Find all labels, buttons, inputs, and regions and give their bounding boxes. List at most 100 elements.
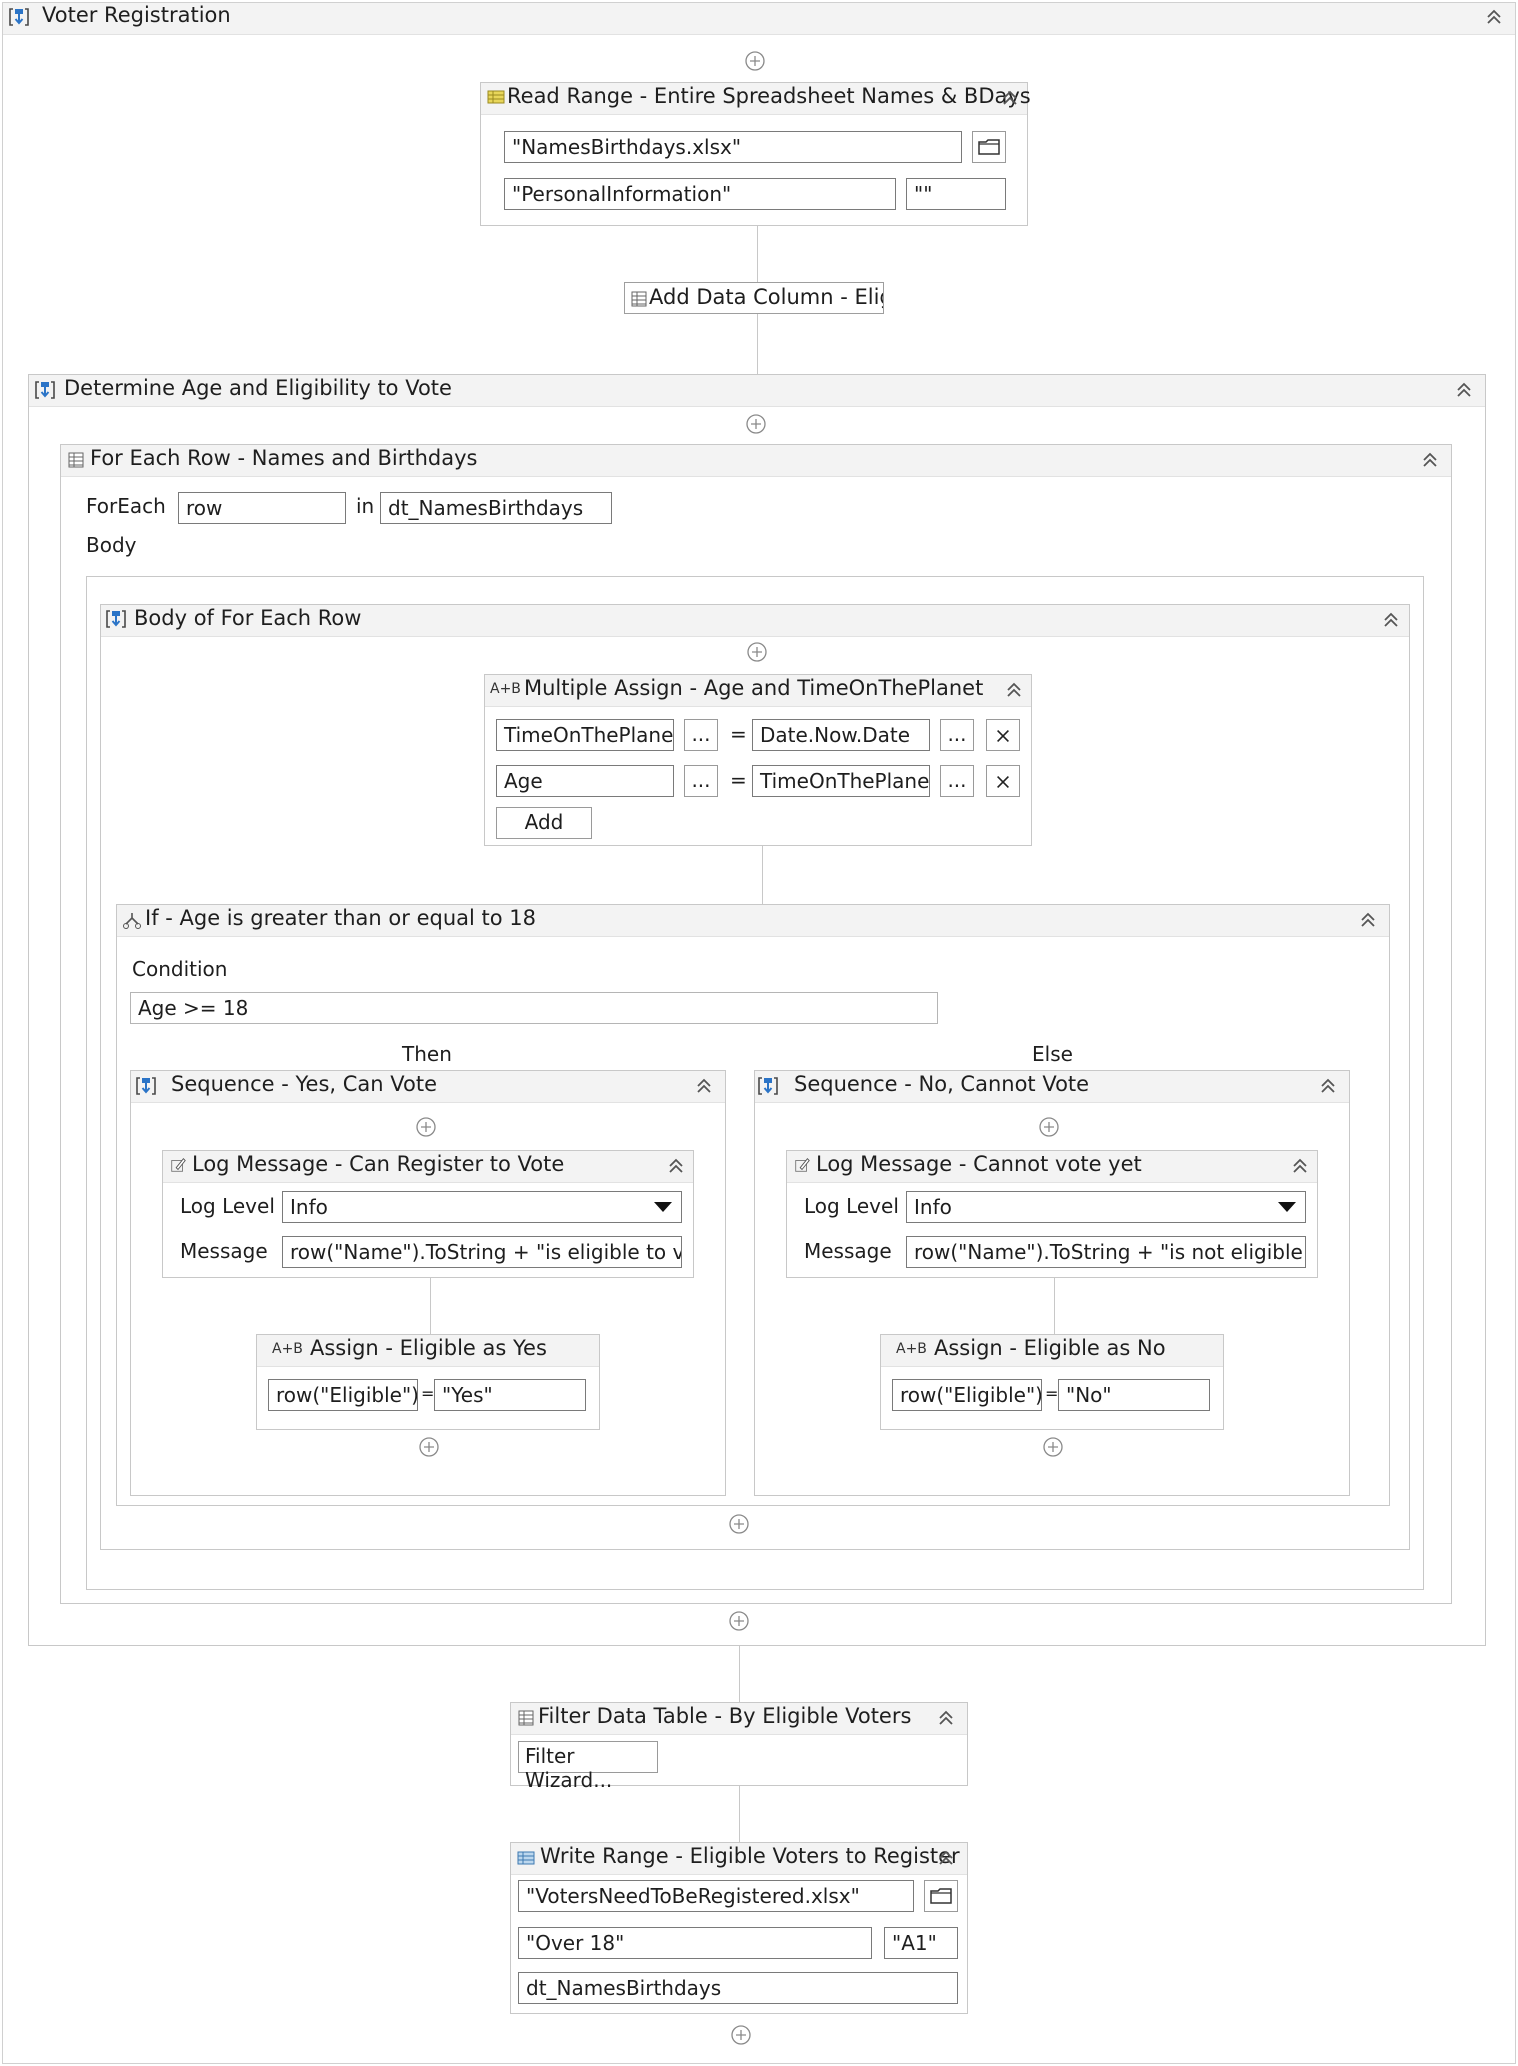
log-message-icon — [169, 1156, 187, 1174]
chevron-down-icon[interactable] — [1278, 1202, 1296, 1212]
else-sequence-title: Sequence - No, Cannot Vote — [794, 1072, 1090, 1096]
assign-to-input[interactable]: Age — [496, 765, 674, 797]
foreach-collection-input[interactable]: dt_NamesBirthdays — [380, 492, 612, 524]
assign-to-input[interactable]: row("Eligible") — [892, 1379, 1042, 1411]
assign-value-input[interactable]: "No" — [1058, 1379, 1210, 1411]
add-activity-icon[interactable] — [728, 1513, 750, 1535]
collapse-icon[interactable] — [1420, 450, 1440, 470]
log-level-value: Info — [914, 1195, 952, 1219]
browse-file-button[interactable] — [972, 131, 1006, 163]
collapse-icon[interactable] — [694, 1076, 714, 1096]
if-icon — [122, 910, 142, 930]
collapse-icon[interactable] — [1004, 680, 1024, 700]
equals-label: = — [730, 768, 747, 792]
connector-line — [430, 1278, 431, 1334]
close-icon — [994, 773, 1012, 791]
add-activity-icon[interactable] — [745, 413, 767, 435]
collapse-icon[interactable] — [666, 1156, 686, 1176]
condition-label: Condition — [132, 957, 228, 981]
assign-value-input[interactable]: TimeOnThePlanet — [752, 765, 930, 797]
data-table-input[interactable]: dt_NamesBirthdays — [518, 1972, 958, 2004]
collapse-icon[interactable] — [936, 1708, 956, 1728]
add-activity-icon[interactable] — [744, 50, 766, 72]
message-input[interactable]: row("Name").ToString + "is not eligible … — [906, 1236, 1306, 1268]
equals-label: = — [421, 1384, 435, 1403]
add-activity-icon[interactable] — [728, 1610, 750, 1632]
add-assignment-button[interactable]: Add — [496, 807, 592, 839]
collapse-icon[interactable] — [1000, 88, 1020, 108]
browse-file-button[interactable] — [924, 1880, 958, 1912]
root-title: Voter Registration — [42, 3, 231, 27]
connector-line — [1054, 1278, 1055, 1334]
if-title: If - Age is greater than or equal to 18 — [145, 906, 536, 930]
assign-icon: A+B — [896, 1341, 927, 1357]
for-each-title: For Each Row - Names and Birthdays — [90, 446, 478, 470]
collapse-icon[interactable] — [1381, 610, 1401, 630]
assign-value-input[interactable]: Date.Now.Date — [752, 719, 930, 751]
collapse-icon[interactable] — [1290, 1156, 1310, 1176]
assign-icon: A+B — [490, 681, 521, 697]
message-input[interactable]: row("Name").ToString + "is eligible to v… — [282, 1236, 682, 1268]
log-level-select[interactable]: Info — [282, 1191, 682, 1223]
sequence-icon — [105, 608, 127, 630]
connector-line — [757, 314, 758, 374]
connector-line — [739, 1786, 740, 1842]
to-ellipsis-button[interactable]: ... — [684, 765, 718, 797]
connector-line — [762, 846, 763, 904]
foreach-item-input[interactable]: row — [178, 492, 346, 524]
collapse-icon[interactable] — [936, 1848, 956, 1868]
workbook-path-input[interactable]: "NamesBirthdays.xlsx" — [504, 131, 962, 163]
log-level-label: Log Level — [804, 1194, 899, 1218]
range-input[interactable]: "" — [906, 178, 1006, 210]
remove-assignment-button[interactable] — [986, 719, 1020, 751]
chevron-down-icon[interactable] — [654, 1202, 672, 1212]
connector-line — [757, 226, 758, 282]
collapse-icon[interactable] — [1484, 7, 1504, 27]
add-activity-icon[interactable] — [1042, 1436, 1064, 1458]
filter-wizard-button[interactable]: Filter Wizard... — [518, 1741, 658, 1792]
equals-label: = — [1045, 1384, 1059, 1403]
write-range-title: Write Range - Eligible Voters to Registe… — [540, 1844, 960, 1868]
starting-cell-input[interactable]: "A1" — [884, 1927, 958, 1959]
add-data-column-activity[interactable]: Add Data Column - Eligib — [624, 282, 884, 314]
add-activity-icon[interactable] — [730, 2024, 752, 2046]
foreach-label: ForEach — [86, 494, 166, 518]
close-icon — [994, 727, 1012, 745]
assign-to-input[interactable]: TimeOnThePlanet — [496, 719, 674, 751]
assign-to-input[interactable]: row("Eligible") — [268, 1379, 418, 1411]
body-sequence-title: Body of For Each Row — [134, 606, 362, 630]
add-activity-icon[interactable] — [418, 1436, 440, 1458]
log-message-title: Log Message - Cannot vote yet — [816, 1152, 1142, 1176]
workbook-path-input[interactable]: "VotersNeedToBeRegistered.xlsx" — [518, 1880, 914, 1912]
add-activity-icon[interactable] — [746, 641, 768, 663]
sequence-icon — [8, 6, 30, 28]
sequence-icon — [135, 1075, 157, 1097]
assign-value-input[interactable]: "Yes" — [434, 1379, 586, 1411]
log-level-select[interactable]: Info — [906, 1191, 1306, 1223]
add-data-column-title: Add Data Column - Eligib — [649, 285, 883, 309]
add-activity-icon[interactable] — [1038, 1116, 1060, 1138]
log-message-title: Log Message - Can Register to Vote — [192, 1152, 565, 1176]
remove-assignment-button[interactable] — [986, 765, 1020, 797]
equals-label: = — [730, 722, 747, 746]
collapse-icon[interactable] — [1318, 1076, 1338, 1096]
filter-title: Filter Data Table - By Eligible Voters — [538, 1704, 912, 1728]
collapse-icon[interactable] — [1358, 910, 1378, 930]
determine-title: Determine Age and Eligibility to Vote — [64, 376, 452, 400]
condition-input[interactable]: Age >= 18 — [130, 992, 938, 1024]
sheet-name-input[interactable]: "PersonalInformation" — [504, 178, 896, 210]
data-table-icon — [66, 450, 86, 470]
in-label: in — [356, 494, 375, 518]
log-level-value: Info — [290, 1195, 328, 1219]
body-label: Body — [86, 533, 137, 557]
data-table-icon — [629, 289, 649, 309]
collapse-icon[interactable] — [1454, 380, 1474, 400]
value-ellipsis-button[interactable]: ... — [940, 765, 974, 797]
value-ellipsis-button[interactable]: ... — [940, 719, 974, 751]
sheet-name-input[interactable]: "Over 18" — [518, 1927, 872, 1959]
to-ellipsis-button[interactable]: ... — [684, 719, 718, 751]
log-level-label: Log Level — [180, 1194, 275, 1218]
folder-icon — [929, 1886, 953, 1906]
add-activity-icon[interactable] — [415, 1116, 437, 1138]
excel-write-icon — [516, 1848, 536, 1868]
